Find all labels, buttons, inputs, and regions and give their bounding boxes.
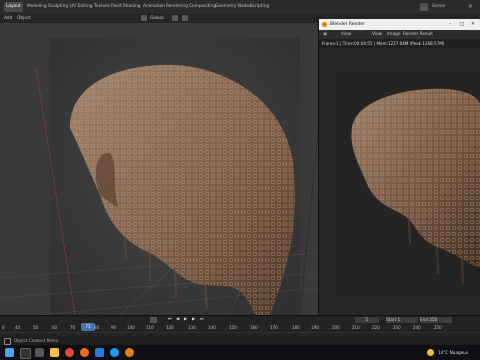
tab-scripting[interactable]: Scripting [248, 2, 271, 12]
frame-tick: 150 [229, 325, 237, 330]
render-window-title: Blender Render [330, 22, 365, 27]
close-icon[interactable]: ✕ [468, 3, 476, 11]
frame-tick: 80 [94, 325, 100, 330]
tab-shading[interactable]: Shading [121, 2, 142, 12]
add-menu[interactable]: Add [4, 15, 12, 22]
timeline-divider [0, 332, 480, 333]
start-value: 1 [397, 317, 401, 322]
current-frame-field[interactable]: 1 [355, 317, 379, 323]
render-window-titlebar: Blender Render – □ ✕ [319, 19, 480, 30]
firefox-icon[interactable] [80, 348, 89, 357]
menu-image[interactable]: Image [387, 31, 400, 38]
status-bar: Object Context Menu [0, 337, 480, 345]
start-field[interactable]: Start 1 [386, 317, 418, 323]
orientation-icon [141, 15, 147, 21]
frame-tick: 90 [111, 325, 117, 330]
frame-tick: 170 [270, 325, 278, 330]
prev-key-icon[interactable]: ◀ [176, 316, 179, 321]
frame-tick: 210 [352, 325, 360, 330]
menu-view[interactable]: View [341, 31, 351, 38]
proportional-icon[interactable] [182, 15, 188, 21]
render-result-dropdown[interactable]: Render Result [403, 31, 433, 38]
editor-type-icon[interactable]: ▣ [323, 31, 327, 38]
frame-tick: 70 [70, 325, 76, 330]
tab-sculpting[interactable]: Sculpting [46, 2, 70, 12]
edge-icon[interactable] [110, 348, 119, 357]
frame-tick: 50 [33, 325, 39, 330]
weather-icon [427, 349, 434, 356]
scene-icon[interactable] [420, 3, 428, 11]
end-label: End [420, 317, 428, 322]
3d-viewport[interactable] [0, 23, 318, 315]
end-field[interactable]: End 250 [420, 317, 452, 323]
app-icon[interactable] [95, 348, 104, 357]
frame-tick: 120 [166, 325, 174, 330]
render-result-canvas[interactable] [337, 69, 480, 298]
frame-tick: 180 [292, 325, 300, 330]
frame-tick: 230 [393, 325, 401, 330]
render-image [337, 69, 480, 298]
search-icon[interactable] [20, 348, 31, 359]
orientation-dropdown[interactable]: Global [150, 15, 164, 22]
start-label: Start [386, 317, 397, 322]
frame-tick: 200 [332, 325, 340, 330]
jump-end-icon[interactable]: ⏭ [200, 316, 204, 321]
object-menu[interactable]: Object [17, 15, 31, 22]
frame-tick: 130 [188, 325, 196, 330]
next-key-icon[interactable]: ▶ [192, 316, 195, 321]
render-window: Blender Render – □ ✕ ▣ View View Image R… [318, 19, 480, 315]
frame-tick: 220 [372, 325, 380, 330]
frame-tick: 160 [250, 325, 258, 330]
frame-tick: 250 [434, 325, 442, 330]
windows-taskbar: 14°C Nuageux [0, 345, 480, 360]
end-value: 250 [429, 317, 438, 322]
minimize-icon[interactable]: – [449, 19, 457, 30]
blender-logo-icon [322, 22, 327, 27]
render-status: Frame:1 | Time:00:04:55 | Mem:1227.04M (… [319, 39, 480, 48]
frame-tick: 0 [2, 325, 5, 330]
close-window-icon[interactable]: ✕ [471, 19, 479, 30]
playhead[interactable]: 73 [81, 323, 95, 331]
windows-start-icon[interactable] [5, 348, 14, 357]
frame-tick: 190 [311, 325, 319, 330]
tab-texture-paint[interactable]: Texture Paint [92, 2, 124, 12]
weather-text: 14°C Nuageux [438, 350, 469, 355]
frame-tick: 140 [208, 325, 216, 330]
viewport-scene [0, 23, 318, 315]
tab-layout[interactable]: Layout [4, 2, 23, 12]
frame-tick: 110 [146, 325, 154, 330]
render-status-text: Frame:1 | Time:00:04:55 | Mem:1227.04M (… [322, 41, 445, 46]
status-hint: Object Context Menu [14, 338, 59, 343]
record-button[interactable] [150, 317, 157, 323]
tab-modeling[interactable]: Modeling [25, 2, 49, 12]
tab-uv-editing[interactable]: UV Editing [68, 2, 94, 12]
frame-tick: 100 [127, 325, 135, 330]
render-window-menubar: ▣ View View Image Render Result [319, 30, 480, 39]
menu-view-2[interactable]: View [372, 31, 382, 38]
timeline[interactable]: ⏮ ◀ ▶ ▶ ⏭ 1 Start 1 End 250 73 0 40 50 6… [0, 315, 480, 346]
file-explorer-icon[interactable] [50, 348, 59, 357]
maximize-icon[interactable]: □ [460, 19, 468, 30]
scene-selector[interactable]: Scene [430, 2, 447, 12]
jump-start-icon[interactable]: ⏮ [168, 316, 172, 321]
top-menu-bar: Layout Modeling Sculpting UV Editing Tex… [0, 0, 480, 15]
task-view-icon[interactable] [35, 348, 44, 357]
blender-icon[interactable] [125, 348, 134, 357]
frame-tick: 60 [52, 325, 58, 330]
play-icon[interactable]: ▶ [184, 316, 187, 321]
frame-tick: 240 [413, 325, 421, 330]
frame-tick: 40 [15, 325, 21, 330]
snap-icon[interactable] [172, 15, 178, 21]
mouse-icon [4, 338, 11, 345]
chrome-icon[interactable] [65, 348, 74, 357]
